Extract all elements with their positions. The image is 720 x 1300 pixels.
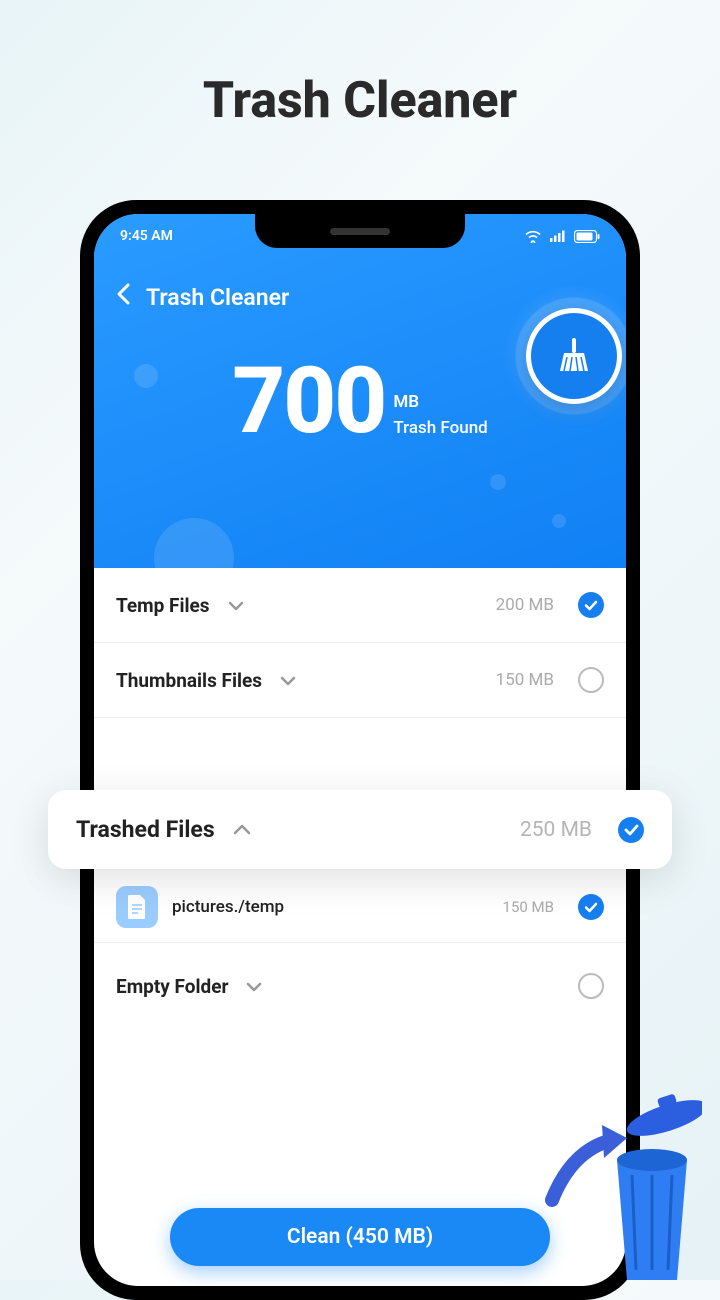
chevron-down-icon xyxy=(246,977,262,996)
decor-bubble xyxy=(134,364,158,388)
category-label: Empty Folder xyxy=(116,975,228,998)
file-checkbox[interactable] xyxy=(578,894,604,920)
category-row-empty-folder[interactable]: Empty Folder xyxy=(94,943,626,1023)
clean-button[interactable]: Clean (450 MB) xyxy=(170,1208,550,1266)
document-icon xyxy=(126,894,148,920)
file-row[interactable]: pictures./temp 150 MB xyxy=(94,872,626,943)
category-row-thumbnails[interactable]: Thumbnails Files 150 MB xyxy=(94,643,626,718)
check-icon xyxy=(624,824,639,836)
category-size: 200 MB xyxy=(496,595,554,615)
chevron-up-icon xyxy=(233,820,251,839)
category-checkbox[interactable] xyxy=(578,667,604,693)
trash-label: Trash Found xyxy=(393,418,487,438)
signal-icon xyxy=(549,229,567,243)
category-label: Trashed Files xyxy=(76,816,215,843)
trash-amount: 700 xyxy=(232,356,385,448)
page-heading: Trash Cleaner xyxy=(0,0,720,130)
chevron-down-icon xyxy=(280,671,296,690)
decor-bubble xyxy=(552,514,566,528)
category-checkbox[interactable] xyxy=(578,592,604,618)
file-icon xyxy=(116,886,158,928)
file-size: 150 MB xyxy=(503,898,554,916)
category-size: 150 MB xyxy=(496,670,554,690)
battery-icon xyxy=(574,230,600,243)
wifi-icon xyxy=(524,229,542,243)
status-icons xyxy=(524,229,600,243)
category-row-temp[interactable]: Temp Files 200 MB xyxy=(94,568,626,643)
decor-bubble xyxy=(490,474,506,490)
trash-unit: MB xyxy=(393,392,487,412)
status-time: 9:45 AM xyxy=(120,228,173,244)
chevron-left-icon xyxy=(116,283,130,305)
broom-icon xyxy=(552,334,596,378)
clean-fab[interactable] xyxy=(526,308,622,404)
category-row-trashed-expanded[interactable]: Trashed Files 250 MB xyxy=(48,790,672,869)
phone-notch xyxy=(255,214,465,248)
category-label: Temp Files xyxy=(116,594,210,617)
category-size: 250 MB xyxy=(520,818,592,842)
category-checkbox[interactable] xyxy=(618,817,644,843)
decor-bubble xyxy=(154,518,234,568)
category-checkbox[interactable] xyxy=(578,973,604,999)
file-name: pictures./temp xyxy=(172,897,284,917)
nav-title: Trash Cleaner xyxy=(146,284,289,311)
check-icon xyxy=(584,902,598,913)
chevron-down-icon xyxy=(228,596,244,615)
back-button[interactable] xyxy=(116,282,130,312)
category-label: Thumbnails Files xyxy=(116,669,262,692)
trash-bin-illustration xyxy=(532,1080,702,1280)
check-icon xyxy=(584,600,598,611)
